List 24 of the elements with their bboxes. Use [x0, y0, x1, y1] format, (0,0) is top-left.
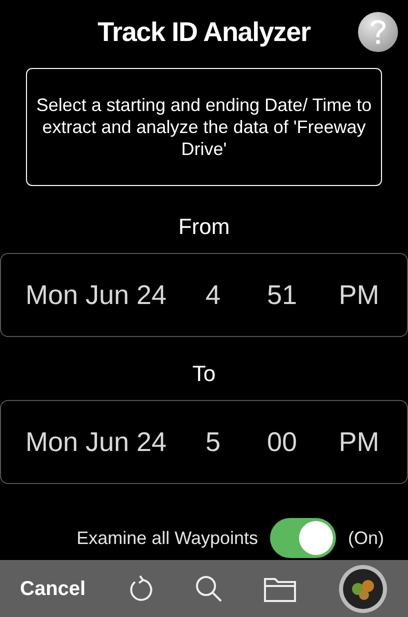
coin-button-icon[interactable] [338, 564, 388, 614]
screen-title: Track ID Analyzer [98, 16, 310, 49]
waypoints-toggle[interactable] [270, 518, 336, 558]
toggle-state-text: (On) [348, 526, 384, 550]
ampm-value[interactable]: PM [329, 422, 389, 462]
date-value[interactable]: Mon Jun 24 [1, 422, 191, 462]
cancel-button[interactable]: Cancel [20, 574, 86, 604]
help-button[interactable] [358, 12, 398, 52]
hour-value[interactable]: 4 [191, 274, 235, 316]
picker-label: From [178, 213, 230, 241]
refresh-icon[interactable] [127, 574, 154, 604]
ampm-value[interactable]: PM [329, 274, 389, 316]
question-mark-icon [370, 19, 386, 45]
search-icon[interactable] [194, 574, 223, 602]
folder-icon[interactable] [264, 576, 296, 602]
date-time-picker[interactable]: Mon Jun 24 5 00 PM [0, 400, 408, 484]
picker-label: To [192, 360, 216, 388]
minute-value[interactable]: 51 [235, 274, 329, 316]
waypoints-label: Examine all Waypoints [76, 526, 258, 550]
instructions-text: Select a starting and ending Date/ Time to extract and analyze the data of 'Freeway Drive' [26, 68, 382, 186]
date-value[interactable]: Mon Jun 24 [1, 274, 191, 316]
date-time-picker[interactable]: Mon Jun 24 4 51 PM [0, 253, 408, 337]
hour-value[interactable]: 5 [191, 422, 235, 462]
minute-value[interactable]: 00 [235, 422, 329, 462]
